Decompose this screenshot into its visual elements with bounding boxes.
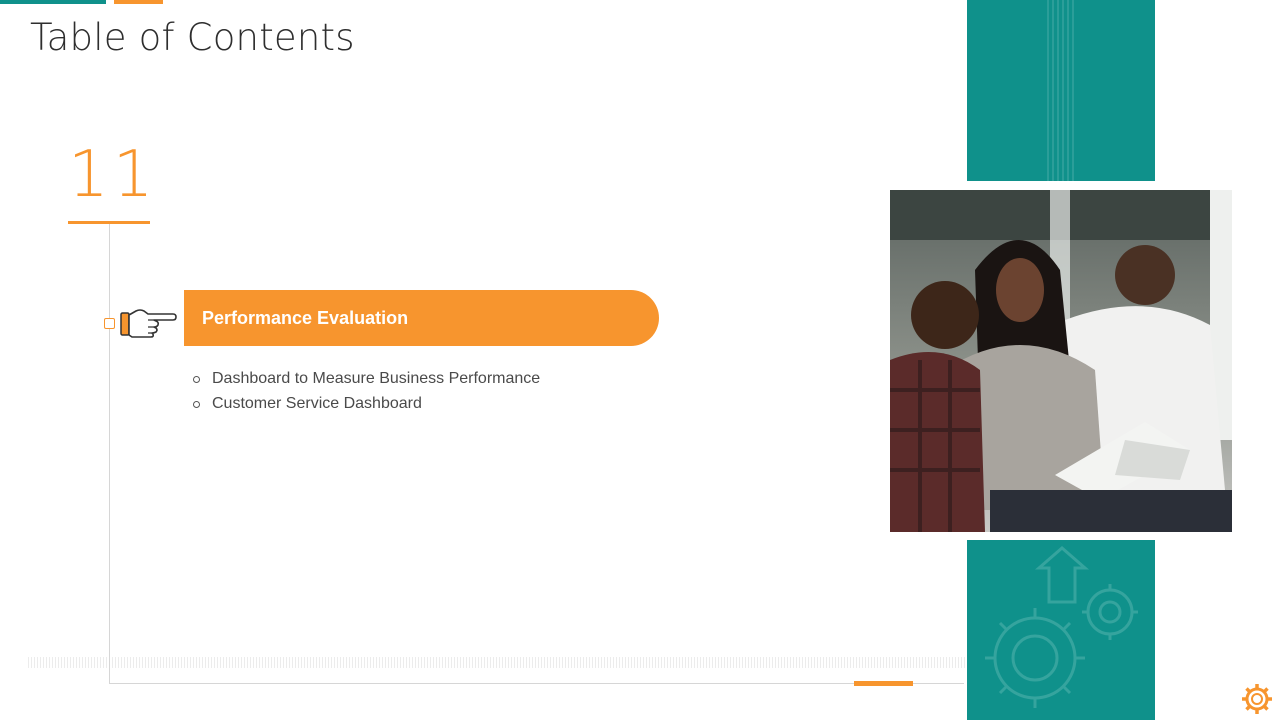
subtopic-label: Customer Service Dashboard — [212, 394, 422, 412]
top-accent-bar-teal — [0, 0, 106, 4]
bottom-accent-bar — [854, 681, 913, 686]
subtopic-label: Dashboard to Measure Business Performanc… — [212, 369, 541, 387]
page-title: Table of Contents — [30, 16, 355, 59]
circle-bullet-icon — [193, 376, 200, 383]
gears-icon — [985, 546, 1138, 708]
top-accent-bar-orange — [114, 0, 163, 4]
section-number: 11 — [68, 138, 158, 212]
section-heading-banner: Performance Evaluation — [184, 290, 659, 346]
timeline-horizontal-line — [109, 683, 964, 684]
timeline-vertical-line — [109, 224, 110, 684]
team-photo — [890, 190, 1232, 532]
dotted-divider — [28, 657, 966, 668]
gear-icon — [1242, 684, 1272, 714]
teal-panel-bottom — [967, 540, 1155, 720]
list-item: Dashboard to Measure Business Performanc… — [193, 366, 540, 391]
section-heading: Performance Evaluation — [202, 308, 409, 328]
stripes-decoration — [1047, 0, 1074, 181]
circle-bullet-icon — [193, 401, 200, 408]
up-arrow-icon — [1034, 546, 1090, 604]
pointing-hand-icon — [120, 309, 177, 338]
list-item: Customer Service Dashboard — [193, 391, 540, 416]
section-subtopics: Dashboard to Measure Business Performanc… — [193, 366, 540, 416]
teal-panel-top — [967, 0, 1155, 181]
timeline-node — [104, 318, 115, 329]
